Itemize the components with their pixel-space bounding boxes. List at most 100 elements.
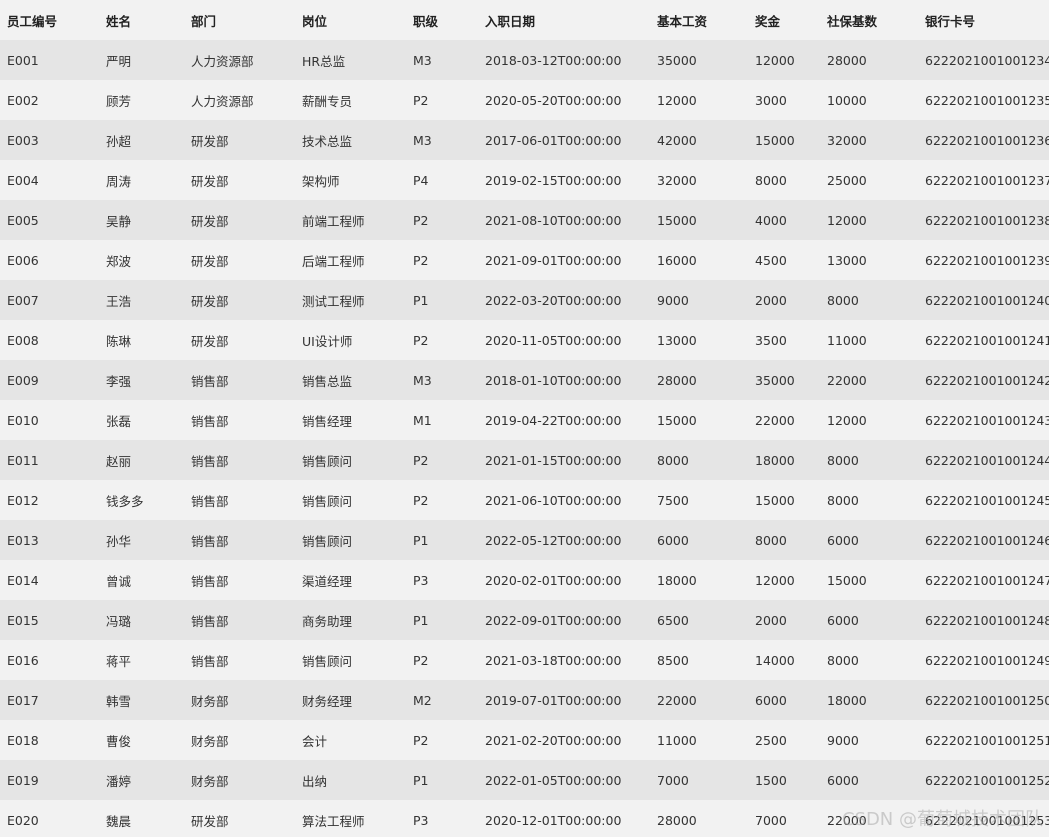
cell-name: 曹俊	[106, 733, 132, 749]
table-row: E011 赵丽 销售部 销售顾问 P2 2021-01-15T00:00:00 8000 18…	[0, 440, 1049, 480]
cell-social-security-base: 6000	[827, 532, 859, 548]
cell-bank-card: 6222021001001241	[925, 332, 1049, 348]
cell-name: 潘婷	[106, 773, 132, 789]
cell-base-salary: 12000	[657, 92, 697, 108]
table-row: E017 韩雪 财务部 财务经理 M2 2019-07-01T00:00:00 22000 6…	[0, 680, 1049, 720]
column-header-hire-date: 入职日期	[485, 13, 536, 29]
cell-employee-id: E002	[7, 92, 39, 108]
cell-bank-card: 6222021001001253	[925, 812, 1049, 828]
cell-employee-id: E004	[7, 172, 39, 188]
cell-employee-id: E012	[7, 492, 39, 508]
table-row: E007 王浩 研发部 测试工程师 P1 2022-03-20T00:00:00 9000 2…	[0, 280, 1049, 320]
cell-department: 财务部	[191, 693, 229, 709]
cell-position: 薪酬专员	[302, 93, 353, 109]
cell-bonus: 12000	[755, 572, 795, 588]
cell-bonus: 1500	[755, 772, 787, 788]
cell-bonus: 4500	[755, 252, 787, 268]
cell-level: P3	[413, 812, 429, 828]
cell-bank-card: 6222021001001235	[925, 92, 1049, 108]
cell-name: 王浩	[106, 293, 132, 309]
cell-level: P1	[413, 612, 429, 628]
table-row: E003 孙超 研发部 技术总监 M3 2017-06-01T00:00:00 42000 1…	[0, 120, 1049, 160]
cell-bank-card: 6222021001001234	[925, 52, 1049, 68]
cell-base-salary: 13000	[657, 332, 697, 348]
cell-social-security-base: 8000	[827, 292, 859, 308]
cell-bonus: 8000	[755, 532, 787, 548]
cell-bonus: 2000	[755, 292, 787, 308]
cell-name: 孙华	[106, 533, 132, 549]
table-row: E013 孙华 销售部 销售顾问 P1 2022-05-12T00:00:00 6000 80…	[0, 520, 1049, 560]
cell-bank-card: 6222021001001243	[925, 412, 1049, 428]
cell-position: 销售顾问	[302, 453, 353, 469]
cell-hire-date: 2022-01-05T00:00:00	[485, 772, 622, 788]
cell-hire-date: 2020-02-01T00:00:00	[485, 572, 622, 588]
cell-name: 韩雪	[106, 693, 132, 709]
cell-level: P2	[413, 92, 429, 108]
column-header-name: 姓名	[106, 13, 132, 29]
column-header-social-security-base: 社保基数	[827, 13, 878, 29]
cell-name: 冯璐	[106, 613, 132, 629]
cell-level: P2	[413, 252, 429, 268]
cell-name: 蒋平	[106, 653, 132, 669]
cell-hire-date: 2018-03-12T00:00:00	[485, 52, 622, 68]
cell-hire-date: 2019-04-22T00:00:00	[485, 412, 622, 428]
cell-base-salary: 6500	[657, 612, 689, 628]
table-row: E018 曹俊 财务部 会计 P2 2021-02-20T00:00:00 11000 250…	[0, 720, 1049, 760]
cell-social-security-base: 8000	[827, 492, 859, 508]
cell-department: 销售部	[191, 653, 229, 669]
cell-hire-date: 2022-09-01T00:00:00	[485, 612, 622, 628]
cell-bank-card: 6222021001001244	[925, 452, 1049, 468]
cell-base-salary: 32000	[657, 172, 697, 188]
column-header-bank-card: 银行卡号	[925, 13, 976, 29]
cell-position: 出纳	[302, 773, 328, 789]
cell-bank-card: 6222021001001238	[925, 212, 1049, 228]
table-row: E012 钱多多 销售部 销售顾问 P2 2021-06-10T00:00:00 7500 1…	[0, 480, 1049, 520]
cell-bonus: 35000	[755, 372, 795, 388]
cell-name: 周涛	[106, 173, 132, 189]
cell-hire-date: 2021-02-20T00:00:00	[485, 732, 622, 748]
cell-base-salary: 35000	[657, 52, 697, 68]
table-row: E014 曾诚 销售部 渠道经理 P3 2020-02-01T00:00:00 18000 1…	[0, 560, 1049, 600]
cell-hire-date: 2018-01-10T00:00:00	[485, 372, 622, 388]
cell-social-security-base: 6000	[827, 772, 859, 788]
cell-employee-id: E020	[7, 812, 39, 828]
cell-level: M3	[413, 132, 432, 148]
cell-base-salary: 7000	[657, 772, 689, 788]
cell-level: M3	[413, 52, 432, 68]
column-header-bonus: 奖金	[755, 13, 781, 29]
cell-hire-date: 2021-08-10T00:00:00	[485, 212, 622, 228]
cell-base-salary: 16000	[657, 252, 697, 268]
cell-name: 吴静	[106, 213, 132, 229]
cell-base-salary: 28000	[657, 372, 697, 388]
cell-hire-date: 2021-09-01T00:00:00	[485, 252, 622, 268]
cell-base-salary: 28000	[657, 812, 697, 828]
cell-bank-card: 6222021001001240	[925, 292, 1049, 308]
cell-social-security-base: 22000	[827, 372, 867, 388]
cell-hire-date: 2017-06-01T00:00:00	[485, 132, 622, 148]
cell-employee-id: E015	[7, 612, 39, 628]
table-row: E019 潘婷 财务部 出纳 P1 2022-01-05T00:00:00 7000 1500…	[0, 760, 1049, 800]
cell-level: P4	[413, 172, 429, 188]
cell-base-salary: 22000	[657, 692, 697, 708]
cell-hire-date: 2019-02-15T00:00:00	[485, 172, 622, 188]
table-row: E006 郑波 研发部 后端工程师 P2 2021-09-01T00:00:00 16000…	[0, 240, 1049, 280]
cell-hire-date: 2019-07-01T00:00:00	[485, 692, 622, 708]
cell-position: UI设计师	[302, 333, 353, 349]
cell-employee-id: E003	[7, 132, 39, 148]
cell-bonus: 14000	[755, 652, 795, 668]
cell-base-salary: 15000	[657, 412, 697, 428]
cell-hire-date: 2022-03-20T00:00:00	[485, 292, 622, 308]
cell-position: 测试工程师	[302, 293, 365, 309]
table-header-row: 员工编号 姓名 部门 岗位 职级 入职日期 基本工资 奖金 社保基数 银行卡号	[0, 0, 1049, 40]
cell-bonus: 2500	[755, 732, 787, 748]
cell-level: P1	[413, 292, 429, 308]
cell-bank-card: 6222021001001251	[925, 732, 1049, 748]
cell-department: 研发部	[191, 133, 229, 149]
cell-base-salary: 9000	[657, 292, 689, 308]
cell-social-security-base: 8000	[827, 652, 859, 668]
cell-department: 研发部	[191, 293, 229, 309]
cell-bonus: 3500	[755, 332, 787, 348]
cell-social-security-base: 28000	[827, 52, 867, 68]
cell-name: 郑波	[106, 253, 132, 269]
cell-bank-card: 6222021001001239	[925, 252, 1049, 268]
